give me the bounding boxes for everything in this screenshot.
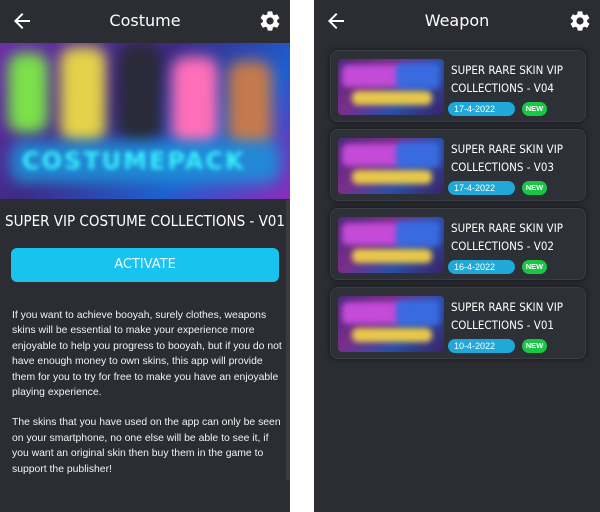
scrollbar[interactable] bbox=[284, 200, 290, 480]
costume-screen: Costume COSTUMEPACK SUPER VIP COSTUME CO… bbox=[0, 0, 290, 512]
costume-app-bar: Costume bbox=[0, 0, 290, 43]
gear-icon[interactable] bbox=[258, 9, 282, 33]
weapon-thumbnail bbox=[338, 59, 444, 115]
weapon-card-title: SUPER RARE SKIN VIP COLLECTIONS - V04 bbox=[451, 63, 563, 95]
weapon-thumbnail bbox=[338, 138, 444, 194]
scrollbar-track[interactable] bbox=[286, 200, 290, 480]
gear-icon[interactable] bbox=[568, 9, 592, 33]
costume-banner-image: COSTUMEPACK bbox=[0, 43, 290, 199]
new-badge: NEW bbox=[522, 181, 547, 195]
weapon-thumbnail bbox=[338, 296, 444, 352]
weapon-list: SUPER RARE SKIN VIP COLLECTIONS - V04 17… bbox=[330, 50, 586, 366]
page-title: Costume bbox=[109, 11, 181, 30]
page-title: Weapon bbox=[424, 11, 490, 30]
weapon-card-title: SUPER RARE SKIN VIP COLLECTIONS - V01 bbox=[451, 300, 563, 332]
activate-button[interactable]: ACTIVATE bbox=[11, 248, 279, 282]
weapon-card-title: SUPER RARE SKIN VIP COLLECTIONS - V03 bbox=[451, 142, 563, 174]
weapon-card[interactable]: SUPER RARE SKIN VIP COLLECTIONS - V04 17… bbox=[330, 50, 586, 122]
date-badge: 17-4-2022 bbox=[448, 102, 515, 116]
description-paragraph: The skins that you have used on the app … bbox=[12, 417, 281, 475]
date-badge: 16-4-2022 bbox=[448, 260, 515, 274]
weapon-thumbnail bbox=[338, 217, 444, 273]
costume-item-title: SUPER VIP COSTUME COLLECTIONS - V01 bbox=[5, 212, 285, 230]
date-badge: 10-4-2022 bbox=[448, 339, 515, 353]
new-badge: NEW bbox=[522, 339, 547, 353]
weapon-app-bar: Weapon bbox=[314, 0, 600, 43]
weapon-card[interactable]: SUPER RARE SKIN VIP COLLECTIONS - V03 17… bbox=[330, 129, 586, 201]
new-badge: NEW bbox=[522, 260, 547, 274]
description-paragraph: If you want to achieve booyah, surely cl… bbox=[12, 310, 282, 399]
weapon-card[interactable]: SUPER RARE SKIN VIP COLLECTIONS - V01 10… bbox=[330, 287, 586, 359]
weapon-card[interactable]: SUPER RARE SKIN VIP COLLECTIONS - V02 16… bbox=[330, 208, 586, 280]
description-text: If you want to achieve booyah, surely cl… bbox=[12, 308, 286, 492]
weapon-screen: Weapon SUPER RARE SKIN VIP COLLECTIONS -… bbox=[314, 0, 600, 512]
new-badge: NEW bbox=[522, 102, 547, 116]
date-badge: 17-4-2022 bbox=[448, 181, 515, 195]
weapon-card-title: SUPER RARE SKIN VIP COLLECTIONS - V02 bbox=[451, 221, 563, 253]
